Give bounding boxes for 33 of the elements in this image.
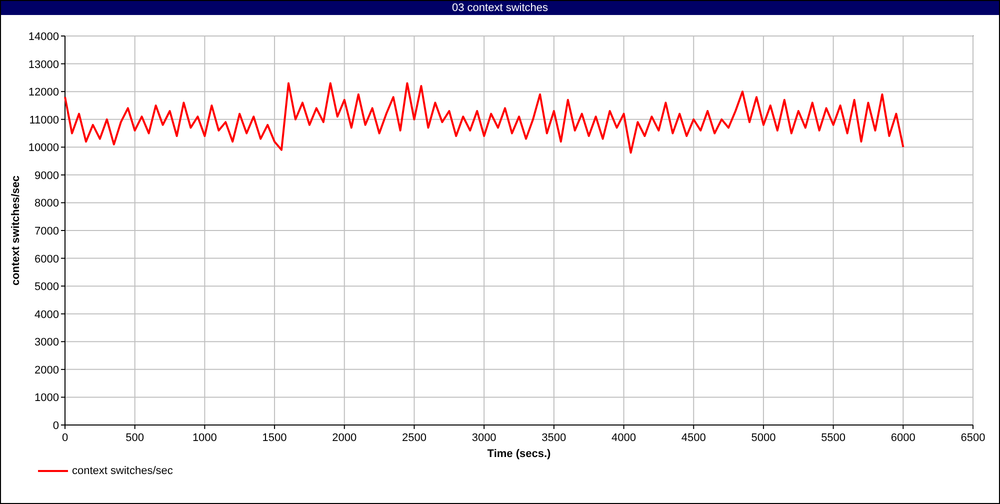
y-tick-label: 0 [52, 420, 59, 432]
y-tick-label: 6000 [34, 253, 59, 266]
y-tick-label: 8000 [34, 198, 59, 210]
legend-label: context switches/sec [72, 465, 173, 477]
y-tick-label: 13000 [28, 58, 59, 71]
x-tick-label: 4500 [681, 432, 706, 444]
y-tick-label: 4000 [34, 308, 59, 321]
x-axis-title: Time (secs.) [487, 448, 551, 460]
y-tick-label: 10000 [28, 142, 59, 154]
x-tick-label: 5500 [821, 432, 846, 444]
x-tick-label: 5000 [751, 432, 776, 444]
y-axis-title: context switches/sec [10, 175, 22, 286]
y-tick-label: 9000 [34, 170, 59, 182]
y-tick-label: 2000 [34, 364, 59, 376]
x-tick-label: 3000 [472, 432, 496, 444]
x-tick-label: 500 [126, 432, 144, 444]
x-tick-label: 6000 [890, 432, 916, 444]
y-tick-label: 1000 [34, 392, 59, 404]
window-title: 03 context switches [1, 1, 999, 15]
x-tick-label: 0 [62, 432, 68, 444]
x-tick-label: 6500 [960, 432, 986, 444]
y-tick-label: 3000 [34, 336, 59, 349]
y-tick-label: 7000 [34, 226, 59, 238]
y-tick-label: 14000 [28, 31, 59, 43]
y-tick-label: 11000 [29, 114, 59, 126]
y-tick-label: 12000 [28, 86, 59, 99]
x-tick-label: 2000 [332, 432, 357, 444]
x-tick-label: 1500 [262, 432, 287, 444]
x-tick-label: 3500 [542, 432, 566, 444]
x-tick-label: 4000 [612, 432, 636, 444]
x-tick-label: 1000 [192, 432, 217, 444]
x-tick-label: 2500 [402, 432, 426, 444]
y-tick-label: 5000 [34, 281, 59, 294]
